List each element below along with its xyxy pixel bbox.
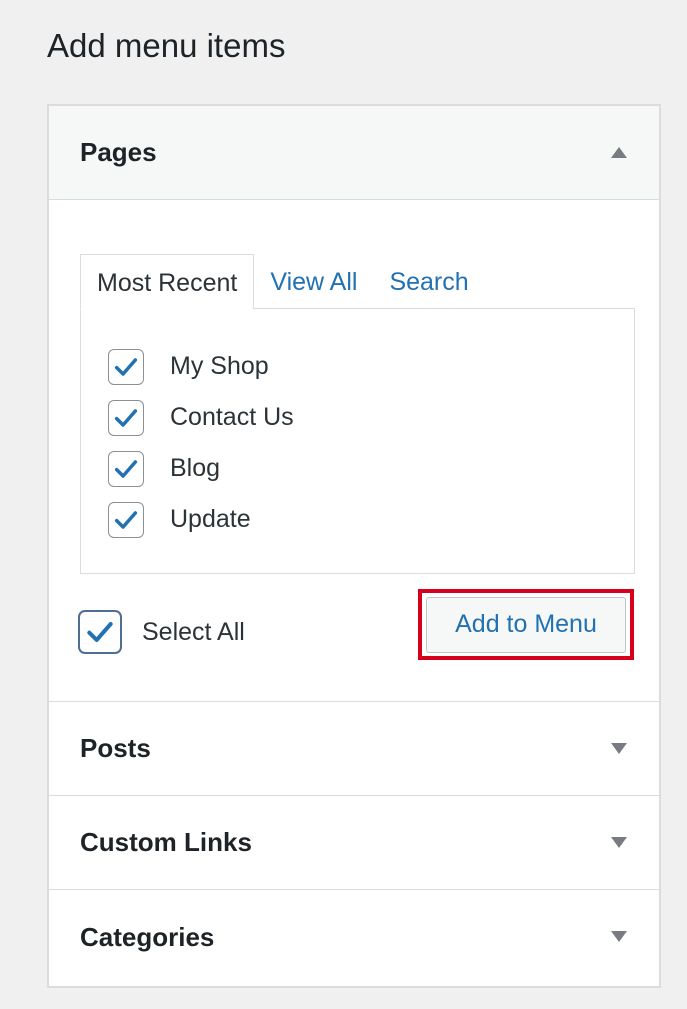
list-item: My Shop [108,341,634,392]
categories-section-header[interactable]: Categories [49,890,659,984]
add-menu-items-panel: Add menu items Pages Most Recent View Al… [0,0,687,1009]
pages-section-body: Most Recent View All Search My Shop Cont… [49,200,659,702]
arrow-down-icon[interactable] [611,931,627,942]
posts-section-header[interactable]: Posts [49,702,659,796]
pages-tabs: Most Recent View All Search [80,254,485,310]
add-to-menu-highlight: Add to Menu [418,589,634,660]
menu-items-accordion: Pages Most Recent View All Search My Sho… [47,104,661,988]
arrow-down-icon[interactable] [611,742,627,754]
custom-links-section-title: Custom Links [80,827,252,857]
most-recent-panel: My Shop Contact Us Blog Update [80,308,635,574]
select-all-checkbox[interactable] [78,610,122,654]
checkbox-update[interactable] [108,501,144,538]
list-item: Update [108,494,634,545]
arrow-down-icon[interactable] [611,836,627,848]
list-item: Blog [108,443,634,494]
checkmark-icon [87,622,113,642]
pages-section-title: Pages [80,137,157,167]
tab-most-recent[interactable]: Most Recent [80,254,255,310]
pages-section-header[interactable]: Pages [49,106,659,200]
arrow-up-icon[interactable] [611,146,627,158]
item-label: Update [170,505,251,533]
select-all-control[interactable]: Select All [78,610,245,654]
tab-view-all[interactable]: View All [254,254,373,310]
tab-search[interactable]: Search [373,254,484,310]
item-label: Blog [170,454,221,482]
custom-links-section-header[interactable]: Custom Links [49,796,659,890]
checkmark-icon [114,408,138,427]
checkmark-icon [114,357,138,376]
pages-checklist: My Shop Contact Us Blog Update [81,309,634,545]
checkmark-icon [114,510,138,529]
select-all-label: Select All [142,617,245,646]
page-title: Add menu items [47,27,286,64]
list-item: Contact Us [108,392,634,443]
item-label: Contact Us [170,403,294,431]
checkbox-my-shop[interactable] [108,348,144,385]
checkbox-blog[interactable] [108,450,144,487]
checkbox-contact-us[interactable] [108,399,144,436]
posts-section-title: Posts [80,733,151,763]
add-to-menu-button[interactable]: Add to Menu [426,596,626,653]
categories-section-title: Categories [80,921,215,952]
item-label: My Shop [170,352,269,380]
checkmark-icon [114,459,138,478]
